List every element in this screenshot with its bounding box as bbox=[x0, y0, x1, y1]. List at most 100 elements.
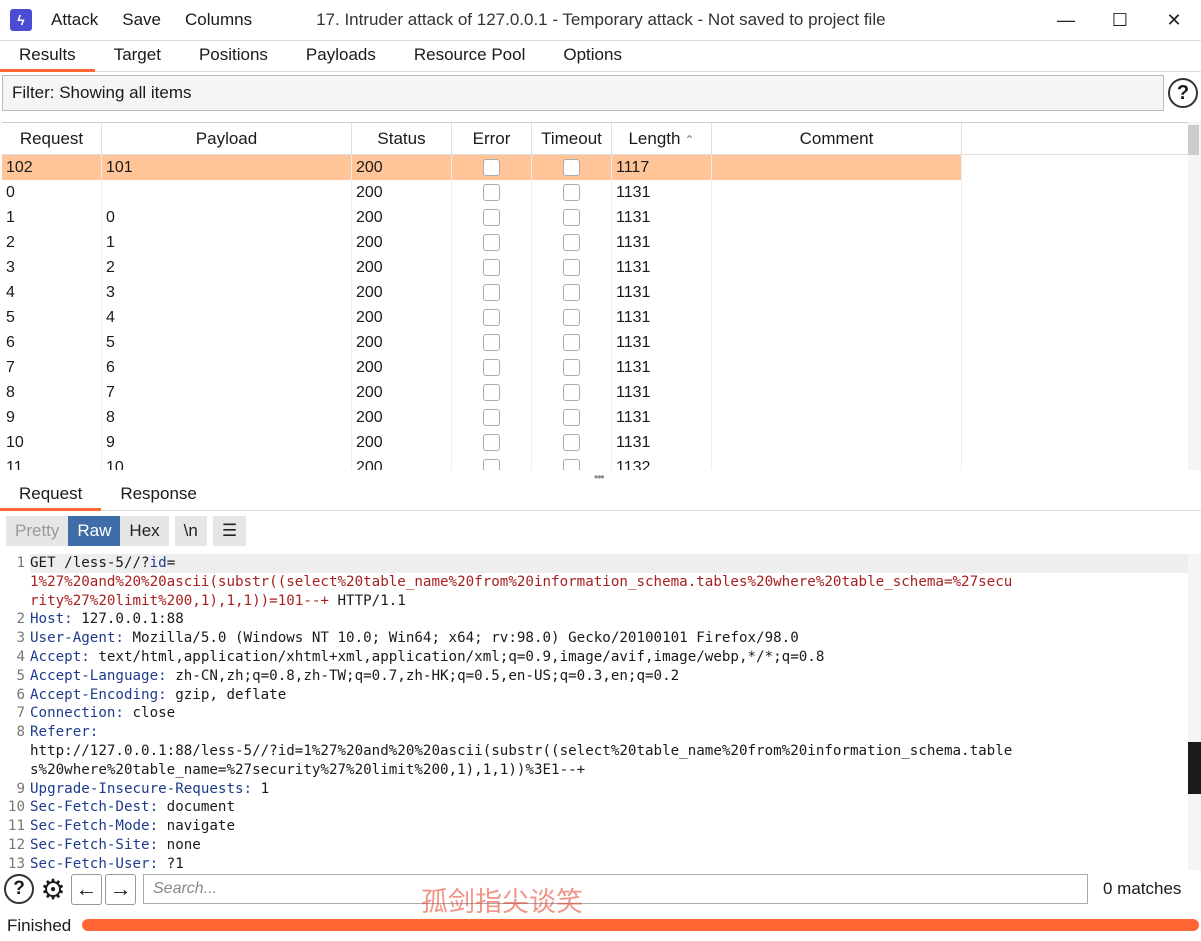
table-row[interactable]: 8 7 200 1131 bbox=[2, 380, 1188, 405]
error-checkbox[interactable] bbox=[483, 434, 500, 451]
error-checkbox[interactable] bbox=[483, 334, 500, 351]
menu-save[interactable]: Save bbox=[122, 10, 161, 30]
cell-length: 1131 bbox=[612, 305, 712, 330]
timeout-checkbox[interactable] bbox=[563, 284, 580, 301]
cell-request: 7 bbox=[2, 355, 102, 380]
tab-response[interactable]: Response bbox=[101, 480, 216, 511]
menu-columns[interactable]: Columns bbox=[185, 10, 252, 30]
table-row[interactable]: 10 9 200 1131 bbox=[2, 430, 1188, 455]
header-key: Sec-Fetch-Site: bbox=[30, 836, 159, 853]
gear-icon[interactable]: ⚙ bbox=[38, 874, 68, 905]
line-number: 4 bbox=[16, 648, 25, 665]
row-filler bbox=[962, 330, 1188, 355]
code-line: 1%27%20and%20%20ascii(substr((select%20t… bbox=[0, 573, 1188, 592]
main-tabs: Results Target Positions Payloads Resour… bbox=[0, 40, 1201, 72]
table-row[interactable]: 11 10 200 1132 bbox=[2, 455, 1188, 470]
help-icon[interactable]: ? bbox=[1168, 78, 1198, 108]
error-checkbox[interactable] bbox=[483, 284, 500, 301]
newline-toggle-button[interactable]: \n bbox=[174, 516, 207, 546]
timeout-checkbox[interactable] bbox=[563, 309, 580, 326]
tab-options[interactable]: Options bbox=[544, 41, 641, 72]
tab-results[interactable]: Results bbox=[0, 41, 95, 72]
table-row[interactable]: 6 5 200 1131 bbox=[2, 330, 1188, 355]
row-filler bbox=[962, 430, 1188, 455]
cell-status: 200 bbox=[352, 430, 452, 455]
request-editor[interactable]: 1 GET /less-5//?id= 1%27%20and%20%20ascii(… bbox=[0, 554, 1188, 870]
timeout-checkbox[interactable] bbox=[563, 159, 580, 176]
table-row[interactable]: 5 4 200 1131 bbox=[2, 305, 1188, 330]
tab-positions[interactable]: Positions bbox=[180, 41, 287, 72]
editor-scrollbar[interactable] bbox=[1188, 554, 1201, 870]
error-checkbox[interactable] bbox=[483, 209, 500, 226]
column-header-error[interactable]: Error bbox=[452, 123, 532, 155]
table-scrollbar-thumb[interactable] bbox=[1188, 125, 1199, 155]
filter-bar[interactable]: Filter: Showing all items bbox=[2, 75, 1164, 111]
pretty-button[interactable]: Pretty bbox=[6, 516, 69, 546]
error-checkbox[interactable] bbox=[483, 384, 500, 401]
raw-button[interactable]: Raw bbox=[68, 516, 121, 546]
table-row[interactable]: 2 1 200 1131 bbox=[2, 230, 1188, 255]
pane-splitter[interactable]: ••• bbox=[0, 470, 1201, 484]
error-cell bbox=[452, 355, 532, 380]
timeout-checkbox[interactable] bbox=[563, 184, 580, 201]
column-header-request[interactable]: Request bbox=[2, 123, 102, 155]
table-row[interactable]: 0 200 1131 bbox=[2, 180, 1188, 205]
error-checkbox[interactable] bbox=[483, 184, 500, 201]
search-bar: ? ⚙ ← → Search... 0 matches bbox=[0, 870, 1201, 908]
error-checkbox[interactable] bbox=[483, 234, 500, 251]
hex-button[interactable]: Hex bbox=[120, 516, 169, 546]
table-row[interactable]: 7 6 200 1131 bbox=[2, 355, 1188, 380]
error-cell bbox=[452, 380, 532, 405]
code-line: 5 Accept-Language: zh-CN,zh;q=0.8,zh-TW;q… bbox=[0, 667, 1188, 686]
timeout-checkbox[interactable] bbox=[563, 409, 580, 426]
row-filler bbox=[962, 305, 1188, 330]
error-checkbox[interactable] bbox=[483, 309, 500, 326]
timeout-checkbox[interactable] bbox=[563, 434, 580, 451]
error-checkbox[interactable] bbox=[483, 159, 500, 176]
table-header: Request Payload Status Error Timeout Len… bbox=[2, 123, 1188, 155]
column-header-payload[interactable]: Payload bbox=[102, 123, 352, 155]
minimize-icon[interactable]: — bbox=[1039, 0, 1093, 40]
line-content: Referer: bbox=[30, 723, 1188, 742]
error-checkbox[interactable] bbox=[483, 409, 500, 426]
close-icon[interactable]: ✕ bbox=[1147, 0, 1201, 40]
error-checkbox[interactable] bbox=[483, 359, 500, 376]
timeout-checkbox[interactable] bbox=[563, 334, 580, 351]
line-number: 7 bbox=[16, 705, 25, 722]
column-header-status[interactable]: Status bbox=[352, 123, 452, 155]
table-body: 102 101 200 1117 0 200 1131 1 0 200 1131 2 1 200 1131 3… bbox=[2, 155, 1188, 470]
line-content: Accept-Language: zh-CN,zh;q=0.8,zh-TW;q=… bbox=[30, 667, 1188, 686]
timeout-checkbox[interactable] bbox=[563, 384, 580, 401]
tab-resource-pool[interactable]: Resource Pool bbox=[395, 41, 545, 72]
table-row[interactable]: 102 101 200 1117 bbox=[2, 155, 1188, 180]
column-header-length[interactable]: Length ⌃ bbox=[612, 123, 712, 155]
table-row[interactable]: 9 8 200 1131 bbox=[2, 405, 1188, 430]
maximize-icon[interactable]: ☐ bbox=[1093, 0, 1147, 40]
error-checkbox[interactable] bbox=[483, 259, 500, 276]
hamburger-menu-icon[interactable]: ☰ bbox=[212, 516, 247, 546]
tab-request[interactable]: Request bbox=[0, 480, 102, 511]
table-scrollbar[interactable] bbox=[1188, 122, 1201, 470]
table-row[interactable]: 4 3 200 1131 bbox=[2, 280, 1188, 305]
back-arrow-icon[interactable]: ← bbox=[71, 873, 102, 905]
error-checkbox[interactable] bbox=[483, 459, 500, 470]
column-header-comment[interactable]: Comment bbox=[712, 123, 962, 155]
timeout-checkbox[interactable] bbox=[563, 259, 580, 276]
timeout-checkbox[interactable] bbox=[563, 234, 580, 251]
forward-arrow-icon[interactable]: → bbox=[105, 873, 136, 905]
table-row[interactable]: 3 2 200 1131 bbox=[2, 255, 1188, 280]
search-input[interactable]: Search... bbox=[143, 874, 1088, 904]
tab-payloads[interactable]: Payloads bbox=[287, 41, 395, 72]
cell-request: 6 bbox=[2, 330, 102, 355]
editor-scrollbar-thumb[interactable] bbox=[1188, 742, 1201, 794]
table-row[interactable]: 1 0 200 1131 bbox=[2, 205, 1188, 230]
cell-status: 200 bbox=[352, 180, 452, 205]
help-icon[interactable]: ? bbox=[4, 874, 34, 904]
menu-attack[interactable]: Attack bbox=[51, 10, 98, 30]
tab-target[interactable]: Target bbox=[95, 41, 180, 72]
timeout-checkbox[interactable] bbox=[563, 459, 580, 470]
code-text: text/html,application/xhtml+xml,applicat… bbox=[89, 648, 825, 665]
column-header-timeout[interactable]: Timeout bbox=[532, 123, 612, 155]
timeout-checkbox[interactable] bbox=[563, 209, 580, 226]
timeout-checkbox[interactable] bbox=[563, 359, 580, 376]
